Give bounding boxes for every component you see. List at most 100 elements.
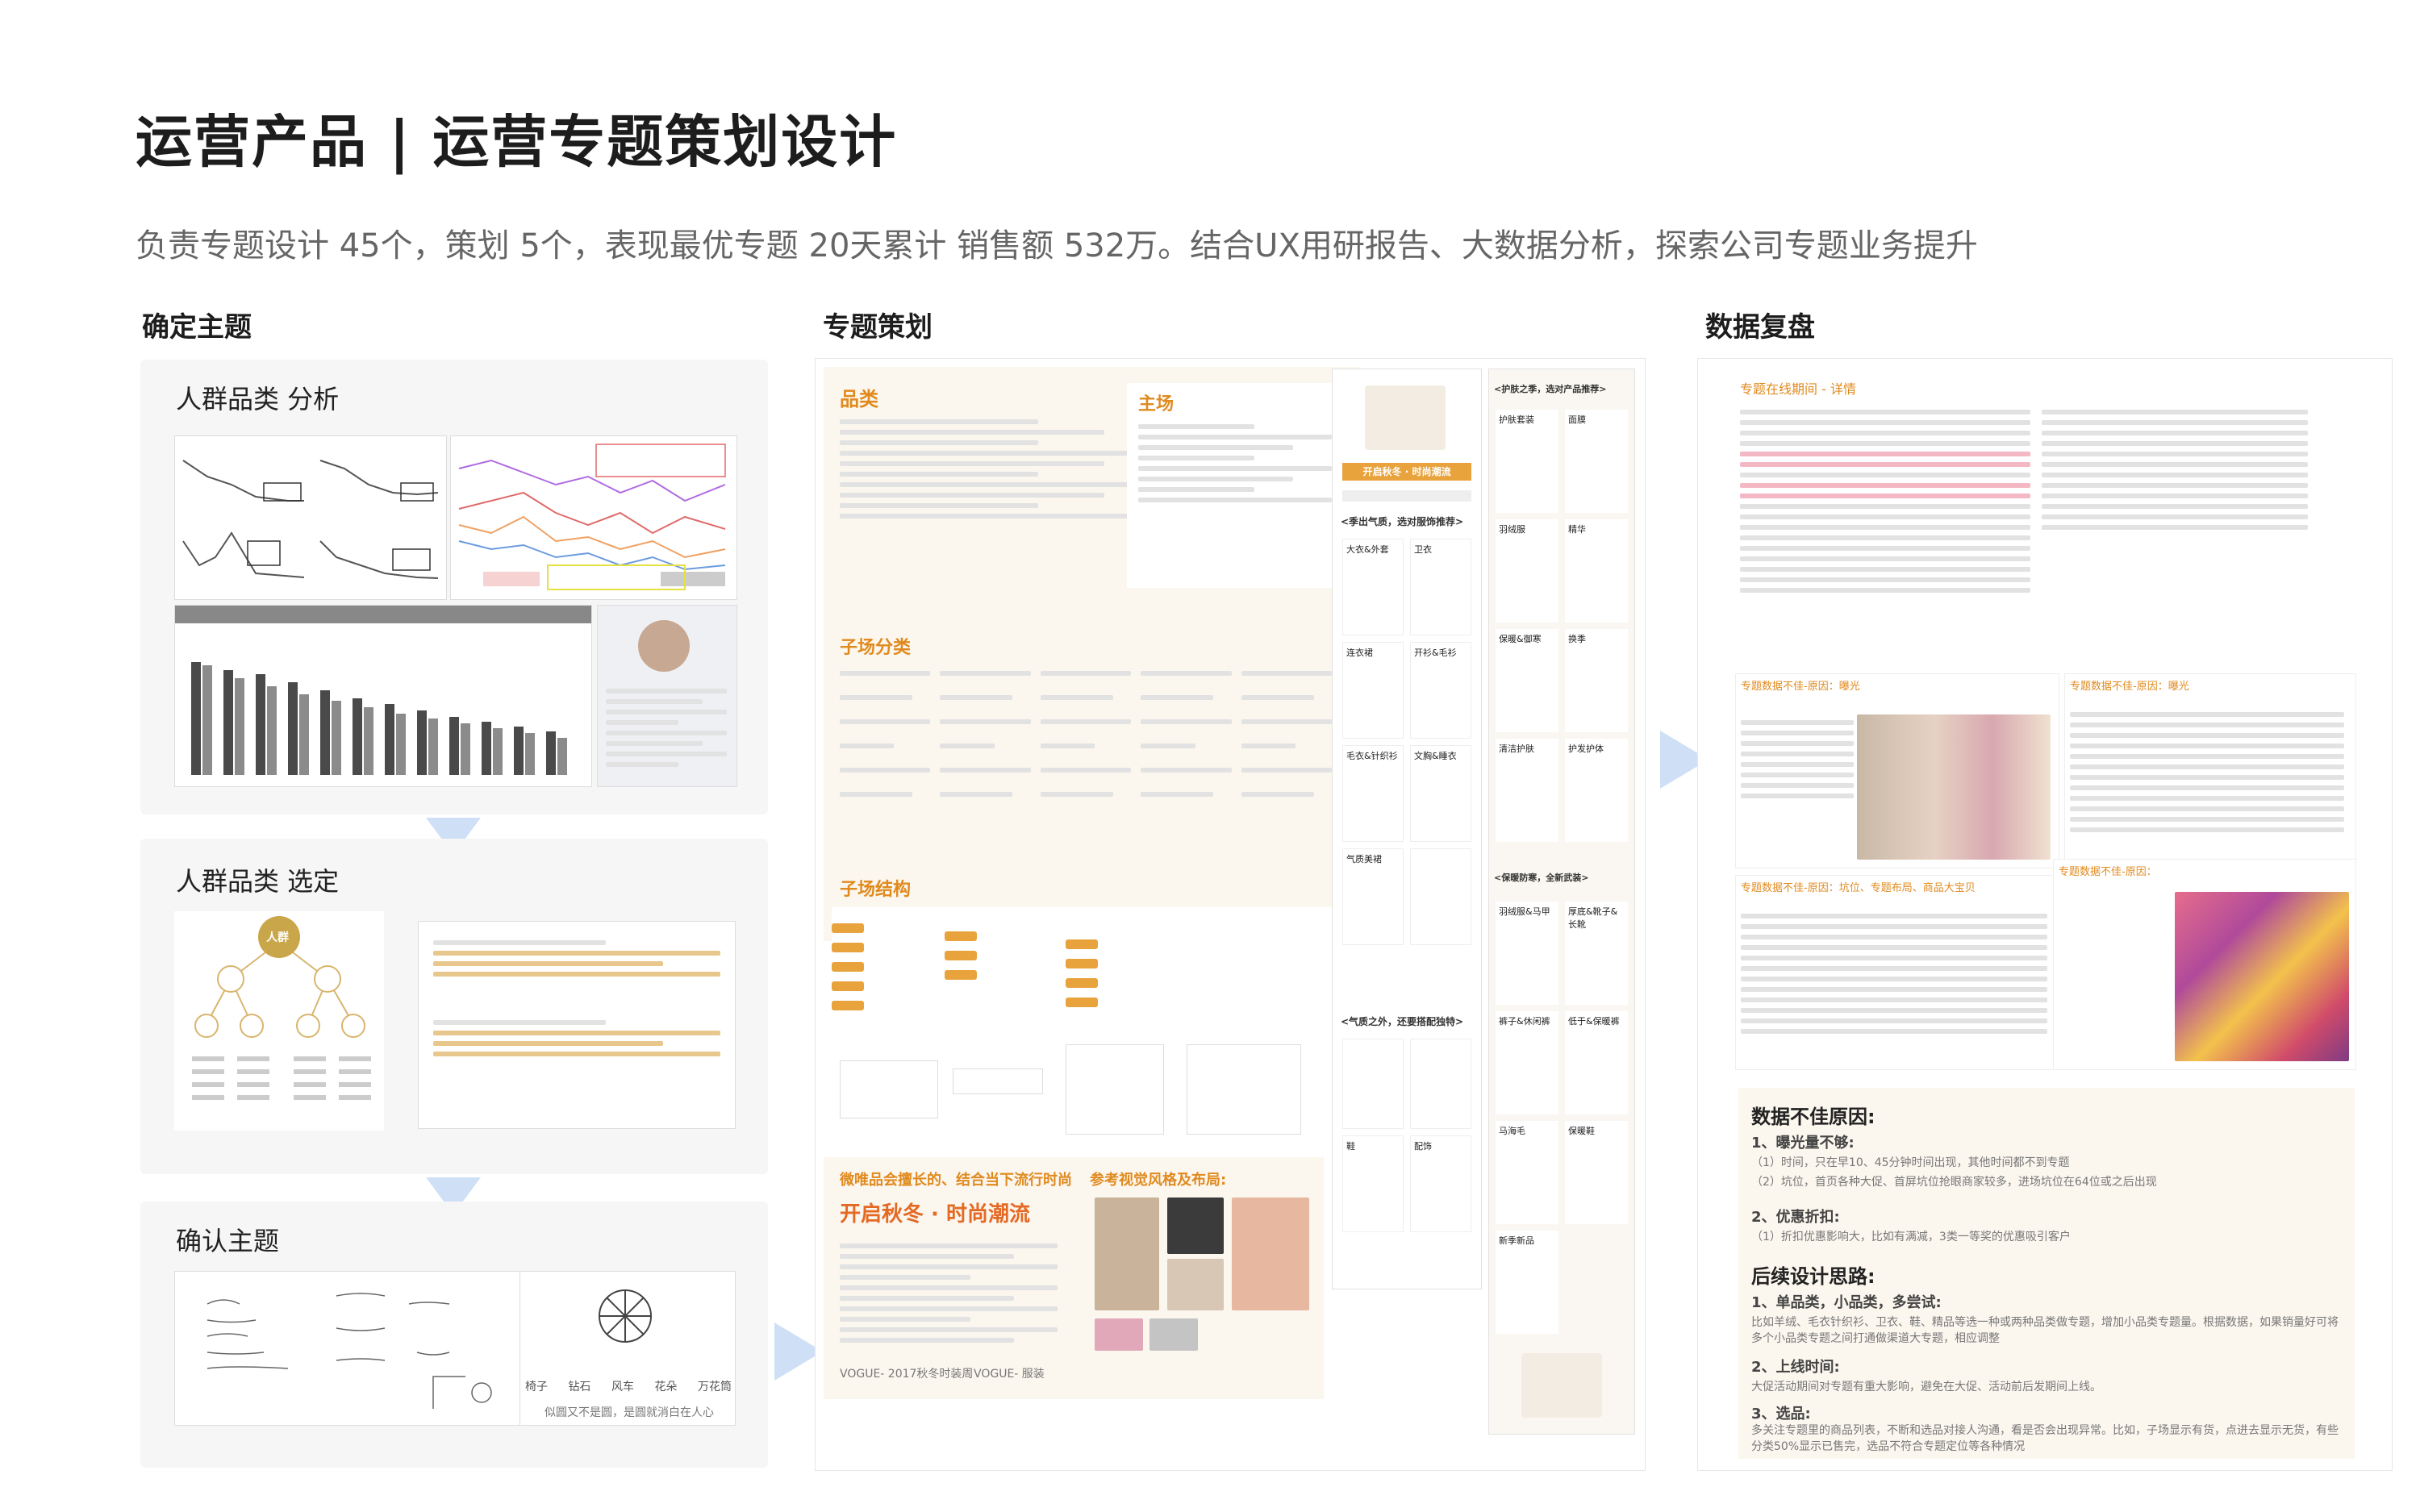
phone-banner: 开启秋冬 · 时尚潮流 [1342, 463, 1471, 481]
follow-1-title: 1、单品类，小品类，多尝试: [1751, 1294, 1942, 1311]
phone-grid-cell: 连衣裙 [1342, 642, 1404, 739]
table-left [1740, 404, 2030, 598]
product-photos [1857, 714, 2051, 860]
persona-avatar [638, 620, 690, 672]
reason-1-title: 1、曝光量不够: [1751, 1135, 1855, 1152]
confirm-item: 钻石 [568, 1381, 591, 1393]
category-grid-2: 羽绒服&马甲 厚底&靴子&长靴 裤子&休闲裤 低于&保暖裤 马海毛 保暖鞋 新季… [1496, 902, 1628, 1334]
phone-grid-cell: 开衫&毛衫 [1410, 642, 1471, 739]
plan-substructure-title: 子场结构 [840, 880, 912, 900]
ref-photo [1150, 1318, 1198, 1351]
plan-category-lines [840, 414, 1170, 524]
phone-section-header: <气质之外，还要搭配独特> [1341, 1016, 1464, 1027]
plan-theme-lines [840, 1238, 1058, 1348]
review-chart-3: 专题数据不佳-原因：坑位、专题布局、商品大宝贝 [1735, 875, 2059, 1070]
table-right [2042, 404, 2308, 535]
follow-3-text: 多关注专题里的商品列表，不断和选品对接人沟通，看是否会出现异常。比如，子场显示有… [1751, 1424, 2339, 1453]
plan-ref-note: 参考视觉风格及布局: [1090, 1172, 1227, 1189]
review-chart-1-title: 专题数据不佳-原因：曝光 [1741, 681, 1860, 693]
product-photos [2175, 892, 2349, 1061]
review-chart-4: 专题数据不佳-原因： [2053, 859, 2356, 1070]
review-detail-table: 专题在线期间 - 详情 [1735, 372, 2324, 665]
plan-main-title: 主场 [1138, 394, 1175, 414]
analysis-line-charts [174, 435, 447, 600]
plan-subclassify-grid [840, 665, 1332, 827]
category-cell: 马海毛 [1496, 1121, 1558, 1224]
confirm-icons-card: 椅子 钻石 风车 花朵 万花筒 似圆又不是圆，是圆就消白在人心 [519, 1271, 736, 1426]
category-cell: 羽绒服 [1496, 519, 1558, 623]
category-cell: 清洁护肤 [1496, 739, 1558, 842]
chart-2-lines [2070, 706, 2344, 838]
follow-3-title: 3、选品: [1751, 1406, 1811, 1422]
phone-grid-2: 鞋 配饰 [1342, 1039, 1471, 1232]
panel-analysis: 人群品类 分析 [140, 360, 768, 814]
review-chart-3-title: 专题数据不佳-原因：坑位、专题布局、商品大宝贝 [1741, 882, 1976, 894]
chart-3-lines [1741, 908, 2047, 1039]
ref-photo [1167, 1198, 1224, 1254]
panel-selection: 人群品类 选定 人群 [140, 839, 768, 1174]
planning-board: 品类 主场 子场分类 子场结构 微唯品会擅长的、结合当下流行时尚 参考视觉风格及… [815, 358, 1646, 1471]
ref-photo [1095, 1318, 1143, 1351]
phone-grid-cell: 配饰 [1410, 1135, 1471, 1232]
confirm-item: 万花筒 [698, 1381, 732, 1393]
phone-grid-cell: 鞋 [1342, 1135, 1404, 1232]
ref-photo [1167, 1259, 1224, 1310]
phone-grid-cell: 气质美裙 [1342, 848, 1404, 945]
plan-category-column: <护肤之季，选对产品推荐> 护肤套装 面膜 羽绒服 精华 保暖&御寒 换季 清洁… [1488, 369, 1635, 1435]
column-label-define-theme: 确定主题 [142, 311, 252, 344]
phone-grid-cell: 毛衣&针织衫 [1342, 745, 1404, 842]
reason-1-b: （2）坑位，首页各种大促、首屏坑位抢眼商家较多，进场坑位在64位或之后出现 [1751, 1176, 2157, 1189]
category-cell: 羽绒服&马甲 [1496, 902, 1558, 1005]
category-column-header: <护肤之季，选对产品推荐> [1494, 384, 1607, 394]
reason-2-a: （1）折扣优惠影响大，比如有满减，3类一等奖的优惠吸引客户 [1751, 1231, 2071, 1243]
followup-heading: 后续设计思路: [1751, 1265, 1876, 1288]
panel-analysis-label: 人群品类 分析 [176, 384, 340, 414]
confirm-items-row: 椅子 钻石 风车 花朵 万花筒 [525, 1378, 732, 1394]
plan-vogue-right: VOGUE- 服装 [974, 1368, 1045, 1381]
reasons-heading: 数据不佳原因: [1751, 1106, 1876, 1128]
category-cell: 护肤套装 [1496, 410, 1558, 513]
crowd-tree-diagram: 人群 [174, 911, 384, 1131]
page-title: 运营产品 | 运营专题策划设计 [136, 109, 898, 175]
confirm-item: 风车 [611, 1381, 634, 1393]
bar-chart-header [175, 606, 591, 623]
plan-phone-column: 开启秋冬 · 时尚潮流 <季出气质，选对服饰推荐> 大衣&外套 卫衣 连衣裙 开… [1332, 369, 1482, 1289]
category-cell: 换季 [1565, 629, 1628, 732]
category-cell: 低于&保暖裤 [1565, 1011, 1628, 1114]
panel-confirm-label: 确认主题 [176, 1226, 280, 1256]
follow-1-text: 比如羊绒、毛衣针织衫、卫衣、鞋、精品等选一种或两种品类做专题，增加小品类专题量。… [1751, 1316, 2339, 1345]
reason-1-a: （1）时间，只在早10、45分钟时间出现，其他时间都不到专题 [1751, 1156, 2070, 1169]
category-cell: 新季新品 [1496, 1231, 1558, 1334]
flower-wheel-icon [599, 1289, 652, 1343]
plan-vogue-left: VOGUE- 2017秋冬时装周 [840, 1368, 974, 1381]
plan-category-title: 品类 [840, 388, 878, 410]
category-cell: 裤子&休闲裤 [1496, 1011, 1558, 1114]
ref-photo [1095, 1198, 1159, 1310]
reason-2-title: 2、优惠折扣: [1751, 1209, 1840, 1226]
selection-text-doc [418, 921, 736, 1129]
category-cell: 保暖鞋 [1565, 1121, 1628, 1224]
ref-photo [1232, 1198, 1309, 1310]
category-column-header: <保暖防寒，全新武装> [1494, 873, 1589, 883]
review-notes: 数据不佳原因: 1、曝光量不够: （1）时间，只在早10、45分钟时间出现，其他… [1738, 1088, 2355, 1459]
plan-subclassify-title: 子场分类 [840, 638, 912, 658]
confirm-caption: 似圆又不是圆，是圆就消白在人心 [544, 1406, 714, 1419]
category-cell: 护发护体 [1565, 739, 1628, 842]
plan-category-section: 品类 主场 子场分类 子场结构 [824, 367, 1361, 941]
review-chart-4-title: 专题数据不佳-原因： [2059, 866, 2157, 878]
category-grid-1: 护肤套装 面膜 羽绒服 精华 保暖&御寒 换季 清洁护肤 护发护体 [1496, 410, 1628, 842]
color-line-chart-graphic [458, 444, 726, 590]
mini-line-charts-graphic [182, 460, 439, 579]
category-cell: 厚底&靴子&长靴 [1565, 902, 1628, 1005]
plan-slogan-note: 微唯品会擅长的、结合当下流行时尚 [840, 1172, 1072, 1189]
column-label-data-review: 数据复盘 [1705, 311, 1815, 344]
confirm-item: 花朵 [654, 1381, 678, 1393]
follow-2-title: 2、上线时间: [1751, 1359, 1840, 1376]
plan-substructure-diagram [832, 907, 1332, 1149]
plan-main-section: 主场 [1127, 383, 1353, 588]
persona-text-lines [606, 683, 727, 773]
page-subtitle: 负责专题设计 45个，策划 5个，表现最优专题 20天累计 销售额 532万。结… [136, 227, 1978, 264]
category-cell: 保暖&御寒 [1496, 629, 1558, 732]
bar-chart-bars [191, 654, 578, 775]
category-cell: 面膜 [1565, 410, 1628, 513]
